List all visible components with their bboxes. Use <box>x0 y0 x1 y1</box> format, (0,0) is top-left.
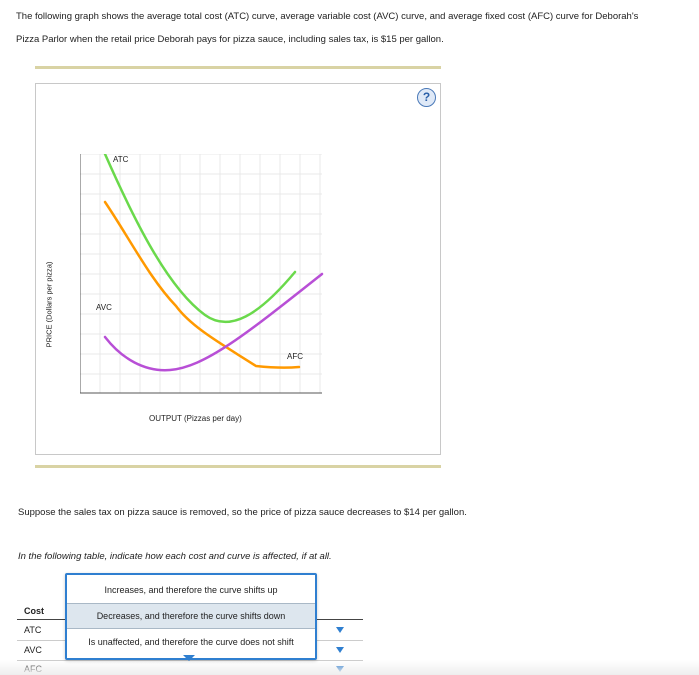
bottom-fade <box>0 660 699 675</box>
intro-line-2: Pizza Parlor when the retail price Debor… <box>16 34 444 45</box>
atc-label: ATC <box>113 155 129 164</box>
option-decreases[interactable]: Decreases, and therefore the curve shift… <box>67 603 315 629</box>
bottom-divider <box>35 465 441 468</box>
intro-line-1: The following graph shows the average to… <box>16 11 639 22</box>
table-header-cost: Cost <box>24 606 44 616</box>
dropdown-arrow-afc[interactable] <box>336 666 344 672</box>
answer-dropdown-menu[interactable]: Increases, and therefore the curve shift… <box>65 573 317 660</box>
scenario-text: Suppose the sales tax on pizza sauce is … <box>18 507 467 518</box>
y-axis-label: PRICE (Dollars per pizza) <box>44 261 54 348</box>
dropdown-arrow-avc[interactable] <box>336 647 344 653</box>
option-unaffected[interactable]: Is unaffected, and therefore the curve d… <box>67 630 315 654</box>
afc-curve <box>103 200 301 369</box>
intro-text: The following graph shows the average to… <box>16 5 691 51</box>
top-divider <box>35 66 441 69</box>
row-label-afc: AFC <box>24 664 42 674</box>
x-axis-label: OUTPUT (Pizzas per day) <box>149 414 242 423</box>
option-increases[interactable]: Increases, and therefore the curve shift… <box>67 578 315 602</box>
afc-label: AFC <box>287 352 303 361</box>
grid <box>80 154 322 393</box>
dropdown-arrow-atc[interactable] <box>336 627 344 633</box>
help-icon[interactable]: ? <box>417 88 436 107</box>
row-label-atc: ATC <box>24 625 42 635</box>
avc-label: AVC <box>96 303 112 312</box>
row-label-avc: AVC <box>24 645 42 655</box>
dropdown-caret-icon <box>183 655 195 661</box>
graph-panel: ? PRICE (Dollars per pizza) ATC AVC AFC … <box>35 83 441 455</box>
instruction-text: In the following table, indicate how eac… <box>18 551 332 562</box>
